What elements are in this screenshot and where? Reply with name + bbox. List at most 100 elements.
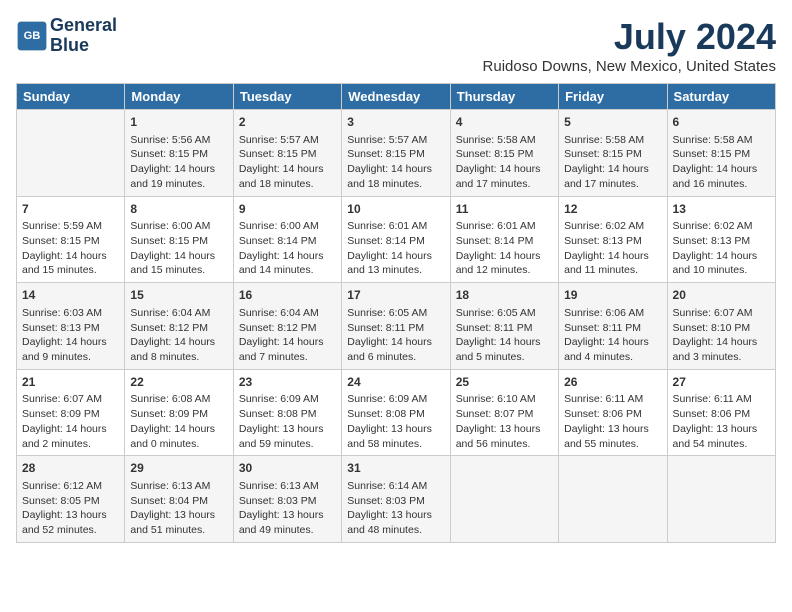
cell-content: Sunrise: 6:13 AM Sunset: 8:04 PM Dayligh… xyxy=(130,479,227,538)
day-number: 7 xyxy=(22,201,119,218)
calendar-cell: 24Sunrise: 6:09 AM Sunset: 8:08 PM Dayli… xyxy=(342,369,450,456)
day-number: 20 xyxy=(673,287,770,304)
column-header-saturday: Saturday xyxy=(667,84,775,110)
day-number: 18 xyxy=(456,287,553,304)
cell-content: Sunrise: 6:01 AM Sunset: 8:14 PM Dayligh… xyxy=(456,219,553,278)
calendar-cell: 25Sunrise: 6:10 AM Sunset: 8:07 PM Dayli… xyxy=(450,369,558,456)
cell-content: Sunrise: 6:14 AM Sunset: 8:03 PM Dayligh… xyxy=(347,479,444,538)
calendar-cell xyxy=(559,456,667,543)
day-number: 31 xyxy=(347,460,444,477)
cell-content: Sunrise: 5:59 AM Sunset: 8:15 PM Dayligh… xyxy=(22,219,119,278)
calendar-cell: 28 Sunrise: 6:12 AM Sunset: 8:05 PM Dayli… xyxy=(17,456,125,543)
cell-content: Sunrise: 6:11 AM Sunset: 8:06 PM Dayligh… xyxy=(673,392,770,451)
cell-content: Sunrise: 6:11 AM Sunset: 8:06 PM Dayligh… xyxy=(564,392,661,451)
day-number: 2 xyxy=(239,114,336,131)
cell-content: Sunrise: 6:00 AM Sunset: 8:15 PM Dayligh… xyxy=(130,219,227,278)
month-title: July 2024 xyxy=(483,16,776,58)
title-section: July 2024 Ruidoso Downs, New Mexico, Uni… xyxy=(483,16,776,75)
calendar-cell: 11Sunrise: 6:01 AM Sunset: 8:14 PM Dayli… xyxy=(450,196,558,283)
calendar-row: 7Sunrise: 5:59 AM Sunset: 8:15 PM Daylig… xyxy=(17,196,776,283)
calendar-cell: 8Sunrise: 6:00 AM Sunset: 8:15 PM Daylig… xyxy=(125,196,233,283)
calendar-table: SundayMondayTuesdayWednesdayThursdayFrid… xyxy=(16,83,776,543)
calendar-cell: 19Sunrise: 6:06 AM Sunset: 8:11 PM Dayli… xyxy=(559,283,667,370)
cell-content: Sunrise: 5:58 AM Sunset: 8:15 PM Dayligh… xyxy=(456,133,553,192)
day-number: 16 xyxy=(239,287,336,304)
column-header-tuesday: Tuesday xyxy=(233,84,341,110)
cell-content: Sunrise: 6:05 AM Sunset: 8:11 PM Dayligh… xyxy=(347,306,444,365)
calendar-cell: 10Sunrise: 6:01 AM Sunset: 8:14 PM Dayli… xyxy=(342,196,450,283)
calendar-cell xyxy=(667,456,775,543)
column-header-wednesday: Wednesday xyxy=(342,84,450,110)
day-number: 15 xyxy=(130,287,227,304)
calendar-cell: 3 Sunrise: 5:57 AM Sunset: 8:15 PM Daylig… xyxy=(342,110,450,197)
calendar-cell xyxy=(450,456,558,543)
day-number: 1 xyxy=(130,114,227,131)
cell-content: Sunrise: 6:12 AM Sunset: 8:05 PM Dayligh… xyxy=(22,479,119,538)
calendar-cell: 21Sunrise: 6:07 AM Sunset: 8:09 PM Dayli… xyxy=(17,369,125,456)
calendar-cell: 17 Sunrise: 6:05 AM Sunset: 8:11 PM Dayli… xyxy=(342,283,450,370)
day-number: 12 xyxy=(564,201,661,218)
day-number: 17 xyxy=(347,287,444,304)
day-number: 30 xyxy=(239,460,336,477)
calendar-cell: 26Sunrise: 6:11 AM Sunset: 8:06 PM Dayli… xyxy=(559,369,667,456)
svg-text:GB: GB xyxy=(24,30,41,42)
day-number: 3 xyxy=(347,114,444,131)
cell-content: Sunrise: 5:58 AM Sunset: 8:15 PM Dayligh… xyxy=(673,133,770,192)
calendar-row: 28 Sunrise: 6:12 AM Sunset: 8:05 PM Dayli… xyxy=(17,456,776,543)
cell-content: Sunrise: 6:03 AM Sunset: 8:13 PM Dayligh… xyxy=(22,306,119,365)
calendar-cell: 31 Sunrise: 6:14 AM Sunset: 8:03 PM Dayli… xyxy=(342,456,450,543)
cell-content: Sunrise: 6:09 AM Sunset: 8:08 PM Dayligh… xyxy=(347,392,444,451)
calendar-cell: 14 Sunrise: 6:03 AM Sunset: 8:13 PM Dayli… xyxy=(17,283,125,370)
calendar-cell: 22Sunrise: 6:08 AM Sunset: 8:09 PM Dayli… xyxy=(125,369,233,456)
calendar-row: 14 Sunrise: 6:03 AM Sunset: 8:13 PM Dayli… xyxy=(17,283,776,370)
day-number: 5 xyxy=(564,114,661,131)
day-number: 14 xyxy=(22,287,119,304)
calendar-cell: 23Sunrise: 6:09 AM Sunset: 8:08 PM Dayli… xyxy=(233,369,341,456)
calendar-cell: 16 Sunrise: 6:04 AM Sunset: 8:12 PM Dayli… xyxy=(233,283,341,370)
calendar-cell: 7Sunrise: 5:59 AM Sunset: 8:15 PM Daylig… xyxy=(17,196,125,283)
cell-content: Sunrise: 6:13 AM Sunset: 8:03 PM Dayligh… xyxy=(239,479,336,538)
cell-content: Sunrise: 6:06 AM Sunset: 8:11 PM Dayligh… xyxy=(564,306,661,365)
cell-content: Sunrise: 6:05 AM Sunset: 8:11 PM Dayligh… xyxy=(456,306,553,365)
day-number: 28 xyxy=(22,460,119,477)
logo-line1: General xyxy=(50,15,117,35)
logo-icon: GB xyxy=(16,20,48,52)
cell-content: Sunrise: 5:57 AM Sunset: 8:15 PM Dayligh… xyxy=(239,133,336,192)
calendar-cell: 12Sunrise: 6:02 AM Sunset: 8:13 PM Dayli… xyxy=(559,196,667,283)
calendar-cell: 27Sunrise: 6:11 AM Sunset: 8:06 PM Dayli… xyxy=(667,369,775,456)
calendar-cell xyxy=(17,110,125,197)
calendar-cell: 29Sunrise: 6:13 AM Sunset: 8:04 PM Dayli… xyxy=(125,456,233,543)
cell-content: Sunrise: 6:09 AM Sunset: 8:08 PM Dayligh… xyxy=(239,392,336,451)
calendar-row: 21Sunrise: 6:07 AM Sunset: 8:09 PM Dayli… xyxy=(17,369,776,456)
calendar-cell: 9Sunrise: 6:00 AM Sunset: 8:14 PM Daylig… xyxy=(233,196,341,283)
calendar-cell: 30 Sunrise: 6:13 AM Sunset: 8:03 PM Dayli… xyxy=(233,456,341,543)
calendar-cell: 13Sunrise: 6:02 AM Sunset: 8:13 PM Dayli… xyxy=(667,196,775,283)
day-number: 24 xyxy=(347,374,444,391)
cell-content: Sunrise: 6:00 AM Sunset: 8:14 PM Dayligh… xyxy=(239,219,336,278)
calendar-cell: 1 Sunrise: 5:56 AM Sunset: 8:15 PM Daylig… xyxy=(125,110,233,197)
column-header-monday: Monday xyxy=(125,84,233,110)
cell-content: Sunrise: 5:56 AM Sunset: 8:15 PM Dayligh… xyxy=(130,133,227,192)
day-number: 27 xyxy=(673,374,770,391)
day-number: 6 xyxy=(673,114,770,131)
cell-content: Sunrise: 5:57 AM Sunset: 8:15 PM Dayligh… xyxy=(347,133,444,192)
calendar-cell: 6 Sunrise: 5:58 AM Sunset: 8:15 PM Daylig… xyxy=(667,110,775,197)
calendar-cell: 5 Sunrise: 5:58 AM Sunset: 8:15 PM Daylig… xyxy=(559,110,667,197)
logo: GB General Blue xyxy=(16,16,117,56)
cell-content: Sunrise: 6:04 AM Sunset: 8:12 PM Dayligh… xyxy=(130,306,227,365)
day-number: 13 xyxy=(673,201,770,218)
calendar-cell: 20Sunrise: 6:07 AM Sunset: 8:10 PM Dayli… xyxy=(667,283,775,370)
calendar-cell: 15 Sunrise: 6:04 AM Sunset: 8:12 PM Dayli… xyxy=(125,283,233,370)
cell-content: Sunrise: 6:04 AM Sunset: 8:12 PM Dayligh… xyxy=(239,306,336,365)
cell-content: Sunrise: 5:58 AM Sunset: 8:15 PM Dayligh… xyxy=(564,133,661,192)
day-number: 25 xyxy=(456,374,553,391)
cell-content: Sunrise: 6:02 AM Sunset: 8:13 PM Dayligh… xyxy=(673,219,770,278)
page-header: GB General Blue July 2024 Ruidoso Downs,… xyxy=(16,16,776,75)
day-number: 4 xyxy=(456,114,553,131)
logo-line2: Blue xyxy=(50,35,89,55)
column-header-friday: Friday xyxy=(559,84,667,110)
location: Ruidoso Downs, New Mexico, United States xyxy=(483,58,776,75)
calendar-cell: 4 Sunrise: 5:58 AM Sunset: 8:15 PM Daylig… xyxy=(450,110,558,197)
day-number: 21 xyxy=(22,374,119,391)
day-number: 22 xyxy=(130,374,227,391)
